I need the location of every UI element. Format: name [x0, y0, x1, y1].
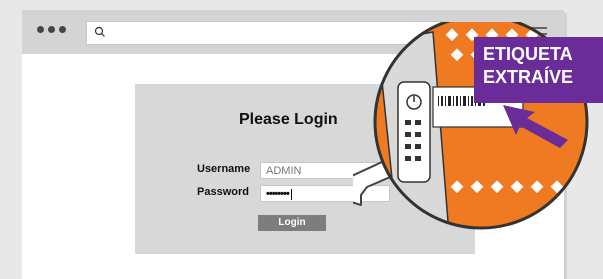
window-dot[interactable]: [48, 26, 55, 33]
username-label: Username: [197, 163, 251, 175]
login-title: Please Login: [239, 111, 338, 128]
callout-line-1: ETIQUETA: [483, 44, 573, 64]
search-icon: [94, 26, 105, 37]
password-value: ••••••••: [266, 188, 290, 200]
window-dot[interactable]: [37, 26, 44, 33]
login-button[interactable]: Login: [258, 215, 326, 231]
username-value: ADMIN: [266, 165, 302, 177]
password-label: Password: [197, 186, 249, 198]
callout-line-2: EXTRAÍVE: [483, 67, 574, 87]
window-controls[interactable]: [37, 26, 66, 33]
window-dot[interactable]: [59, 26, 66, 33]
text-caret: [290, 188, 292, 200]
removable-label-callout: ETIQUETA EXTRAÍVE: [474, 37, 603, 103]
